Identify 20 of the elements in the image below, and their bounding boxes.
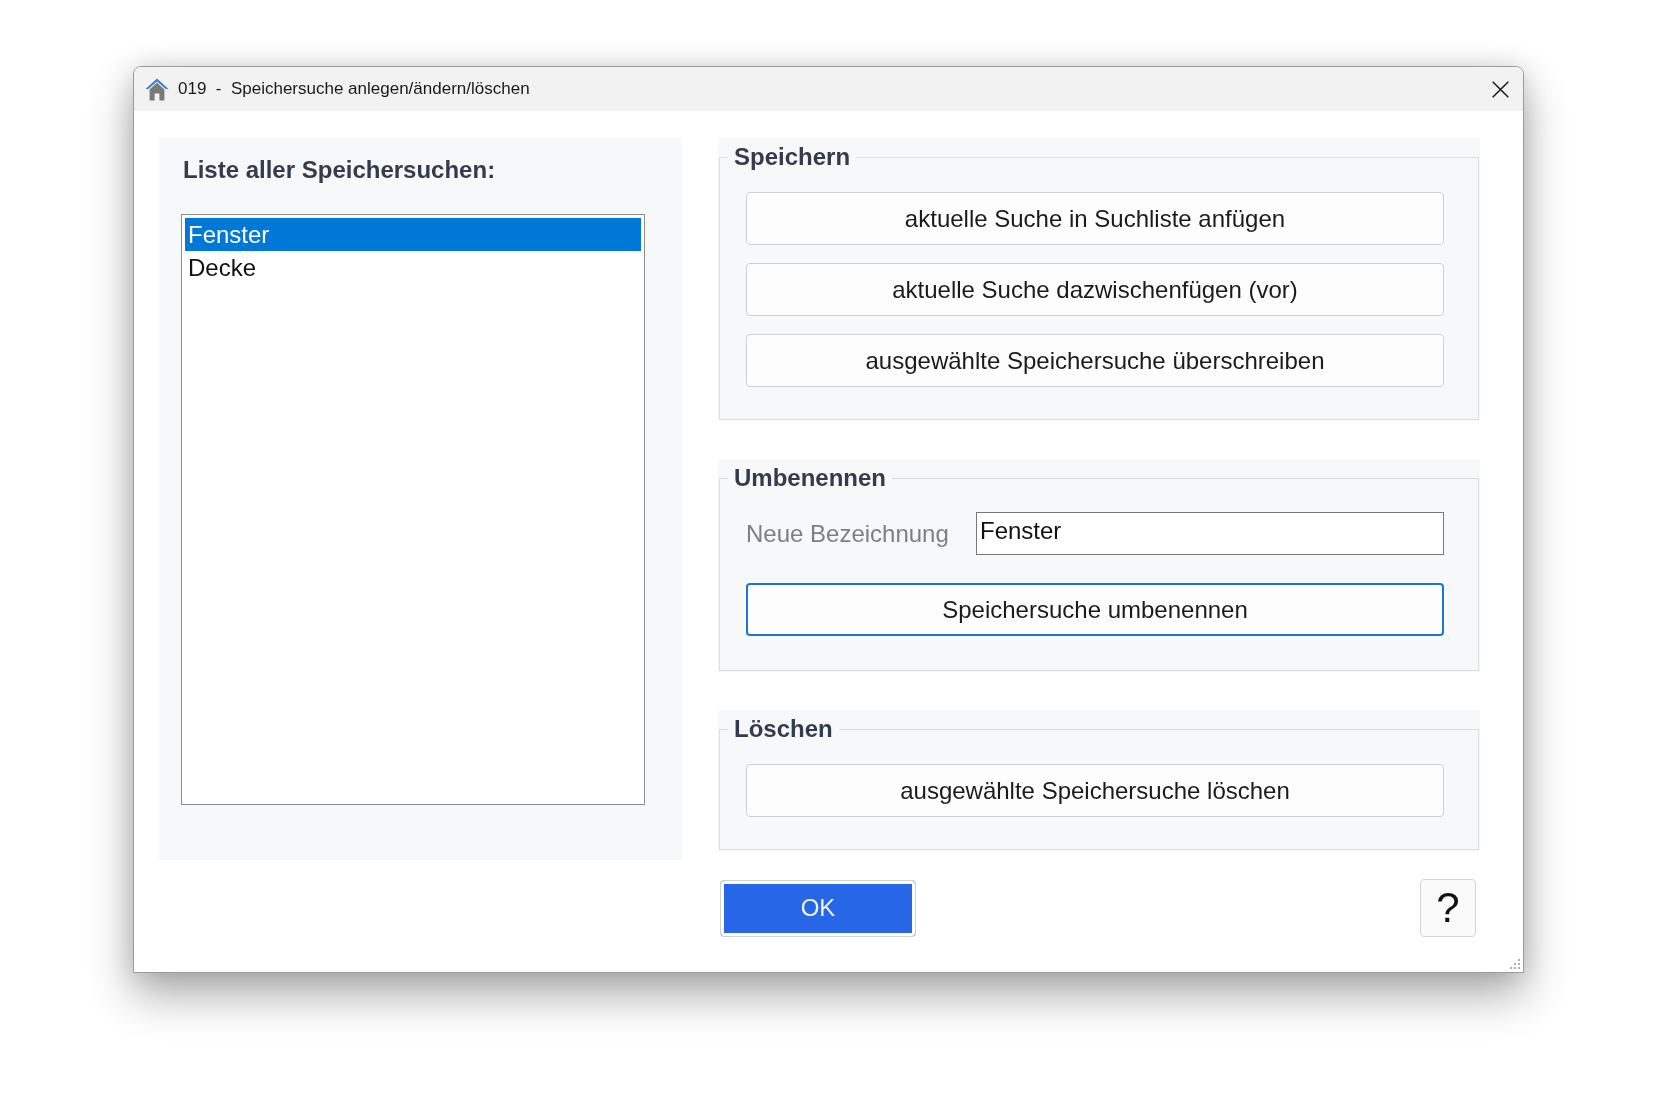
list-item[interactable]: Decke [185,251,641,284]
list-item[interactable]: Fenster [185,218,641,251]
house-icon [145,77,169,101]
name-input[interactable]: Fenster [976,512,1444,555]
window-title: 019 - Speichersuche anlegen/ändern/löschen [178,79,531,99]
close-icon [1491,80,1509,98]
list-heading: Liste aller Speichersuchen: [183,155,496,185]
action-button[interactable]: ausgewählte Speichersuche löschen [746,764,1444,817]
action-button[interactable]: aktuelle Suche in Suchliste anfügen [746,192,1444,245]
group-title: Löschen [733,714,834,744]
ok-button[interactable]: OK [720,879,916,937]
group-title: Umbenennen [733,463,887,493]
search-list[interactable]: Fenster Decke [181,214,645,805]
group-title: Speichern [733,142,852,172]
resize-grip-icon [1510,959,1520,969]
field-label: Neue Bezeichnung [746,519,949,548]
help-button[interactable]: ? [1420,879,1476,937]
action-button[interactable]: ausgewählte Speichersuche überschreiben [746,334,1444,387]
action-button[interactable]: aktuelle Suche dazwischenfügen (vor) [746,263,1444,316]
rename-button[interactable]: Speichersuche umbenennen [746,583,1444,636]
